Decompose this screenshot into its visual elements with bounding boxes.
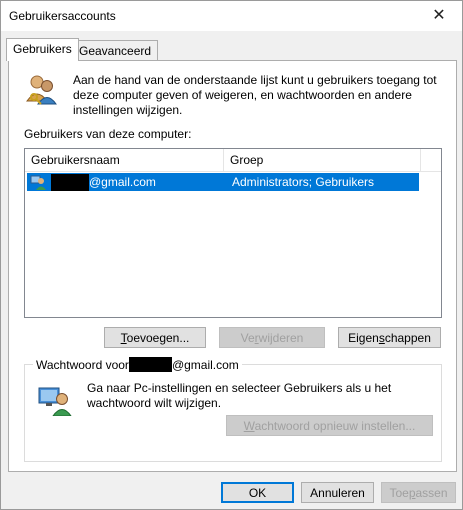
reset-password-button[interactable]: Wachtwoord opnieuw instellen... (226, 415, 433, 436)
users-tab-panel: Aan de hand van de onderstaande lijst ku… (8, 60, 457, 472)
title-bar: Gebruikersaccounts ✕ (1, 1, 462, 31)
redacted-username (51, 174, 89, 191)
cancel-button[interactable]: Annuleren (301, 482, 374, 503)
close-button[interactable]: ✕ (416, 1, 462, 31)
row-group: Administrators; Gebruikers (232, 175, 375, 189)
column-header-group[interactable]: Groep (224, 149, 421, 171)
window-title: Gebruikersaccounts (9, 9, 116, 23)
column-header-username[interactable]: Gebruikersnaam (25, 149, 224, 171)
users-list[interactable]: Gebruikersnaam Groep @gmail.com Administ… (24, 148, 442, 318)
list-header: Gebruikersnaam Groep (25, 149, 441, 172)
users-list-label: Gebruikers van deze computer: (24, 127, 192, 141)
dialog-window: Gebruikersaccounts ✕ Gebruikers Geavance… (0, 0, 463, 510)
password-user-icon (38, 387, 72, 416)
password-info-text: Ga naar Pc-instellingen en selecteer Geb… (87, 381, 392, 410)
table-row[interactable]: @gmail.com Administrators; Gebruikers (27, 173, 419, 191)
users-icon (26, 75, 57, 105)
password-group-legend: Wachtwoord voor @gmail.com (33, 357, 242, 372)
user-row-icon (30, 175, 46, 190)
row-username: @gmail.com (89, 175, 156, 189)
description-text: Aan de hand van de onderstaande lijst ku… (73, 73, 437, 117)
close-icon: ✕ (432, 7, 446, 24)
ok-button[interactable]: OK (221, 482, 294, 503)
remove-user-button[interactable]: Verwijderen (219, 327, 325, 348)
apply-button[interactable]: Toepassen (381, 482, 456, 503)
add-user-button[interactable]: Toevoegen... (104, 327, 206, 348)
tab-geavanceerd[interactable]: Geavanceerd (72, 40, 159, 61)
password-groupbox: Wachtwoord voor @gmail.com Ga naar Pc-ins… (24, 357, 442, 462)
tab-gebruikers[interactable]: Gebruikers (6, 38, 79, 61)
redacted-legend-username (128, 357, 172, 372)
properties-button[interactable]: Eigenschappen (338, 327, 441, 348)
